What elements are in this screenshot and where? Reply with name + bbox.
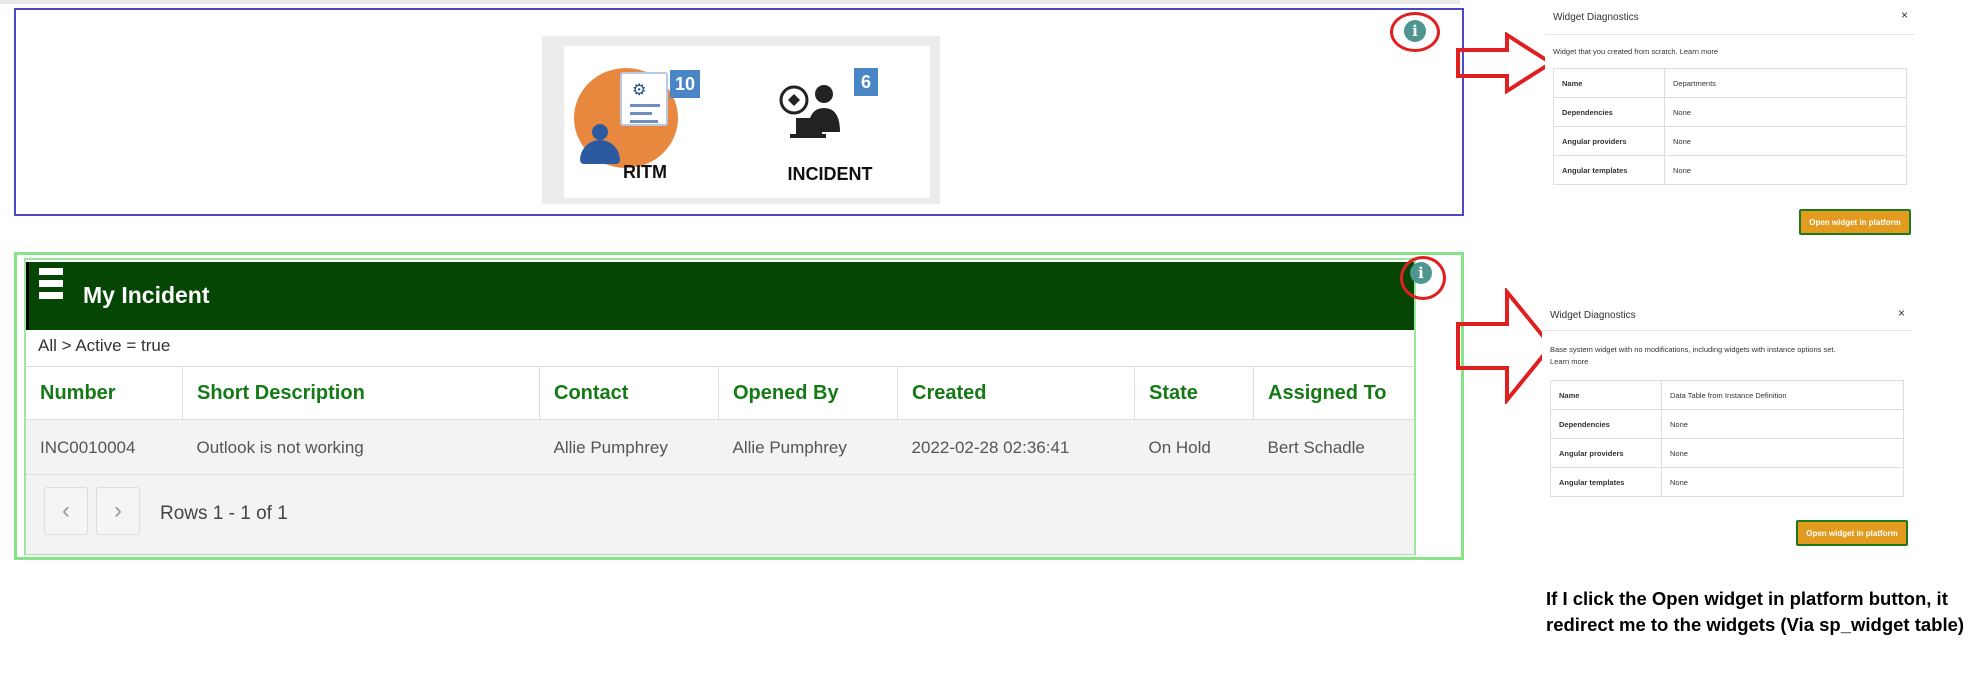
diagnostics-title: Widget Diagnostics — [1553, 12, 1639, 23]
close-icon[interactable]: × — [1898, 306, 1905, 320]
cell-created: 2022-02-28 02:36:41 — [897, 419, 1135, 476]
incident-table: Number Short Description Contact Opened … — [26, 366, 1414, 476]
ritm-label[interactable]: RITM — [600, 162, 690, 183]
table-header-row: Number Short Description Contact Opened … — [26, 366, 1414, 420]
cell-number[interactable]: INC0010004 — [26, 419, 183, 476]
ritm-count-badge: 10 — [670, 70, 700, 98]
info-icon[interactable]: i — [1404, 20, 1426, 42]
table-row: Dependencies None — [1550, 409, 1904, 439]
diagnostics-description: Base system widget with no modifications… — [1550, 345, 1836, 354]
table-row: Angular providers None — [1553, 126, 1907, 156]
table-row: Angular templates None — [1553, 155, 1907, 185]
table-row: Angular templates None — [1550, 467, 1904, 497]
open-widget-in-platform-button[interactable]: Open widget in platform — [1799, 209, 1911, 235]
chevron-right-icon: › — [114, 497, 122, 524]
column-header-created[interactable]: Created — [897, 366, 1135, 420]
incident-panel-header: My Incident — [26, 262, 1414, 330]
arrow-right-icon — [1456, 32, 1555, 94]
menu-icon[interactable] — [39, 268, 63, 275]
table-row: Dependencies None — [1553, 97, 1907, 127]
arrow-right-icon — [1456, 288, 1554, 404]
incident-count-badge: 6 — [854, 68, 878, 96]
column-header-assigned-to[interactable]: Assigned To — [1253, 366, 1414, 420]
column-header-opened-by[interactable]: Opened By — [718, 366, 898, 420]
widget-diagnostics-panel-2: Widget Diagnostics × Base system widget … — [1542, 300, 1912, 550]
learn-more-link[interactable]: Learn more — [1550, 356, 1920, 367]
open-widget-in-platform-button[interactable]: Open widget in platform — [1796, 520, 1908, 546]
table-row[interactable]: INC0010004 Outlook is not working Allie … — [26, 419, 1414, 476]
page-top-strip — [0, 0, 1460, 4]
pagination-bar: ‹ › Rows 1 - 1 of 1 — [26, 474, 1414, 554]
panel-title: My Incident — [83, 282, 210, 308]
table-row: Name Departments — [1553, 68, 1907, 98]
widget-diagnostics-panel-1: Widget Diagnostics × Widget that you cre… — [1545, 4, 1915, 236]
incident-person-icon — [779, 85, 840, 138]
gear-icon: ⚙ — [632, 82, 647, 99]
cell-contact: Allie Pumphrey — [539, 419, 719, 476]
diagnostics-title: Widget Diagnostics — [1550, 310, 1636, 321]
close-icon[interactable]: × — [1901, 8, 1908, 22]
previous-page-button[interactable]: ‹ — [44, 487, 88, 535]
diagnostics-description: Widget that you created from scratch. Le… — [1553, 47, 1719, 56]
table-row: Name Data Table from Instance Definition — [1550, 380, 1904, 410]
column-header-short-description[interactable]: Short Description — [182, 366, 540, 420]
column-header-number[interactable]: Number — [26, 366, 183, 420]
person-icon — [592, 124, 608, 140]
chevron-left-icon: ‹ — [62, 497, 70, 524]
diagnostics-table: Name Data Table from Instance Definition … — [1550, 380, 1904, 497]
rows-count: Rows 1 - 1 of 1 — [160, 503, 288, 524]
cell-opened-by: Allie Pumphrey — [718, 419, 898, 476]
column-header-contact[interactable]: Contact — [539, 366, 719, 420]
info-icon[interactable]: i — [1410, 262, 1432, 284]
column-header-state[interactable]: State — [1134, 366, 1254, 420]
diagnostics-table: Name Departments Dependencies None Angular… — [1553, 68, 1907, 185]
cell-short-description: Outlook is not working — [182, 419, 540, 476]
cell-state: On Hold — [1134, 419, 1254, 476]
annotation-note: If I click the Open widget in platform b… — [1546, 588, 1965, 635]
cell-assigned-to: Bert Schadle — [1253, 419, 1414, 476]
breadcrumb[interactable]: All > Active = true — [38, 336, 170, 356]
table-row: Angular providers None — [1550, 438, 1904, 468]
ritm-document-icon: ⚙ — [620, 72, 668, 126]
incident-label[interactable]: INCIDENT — [772, 164, 888, 185]
next-page-button[interactable]: › — [96, 487, 140, 535]
